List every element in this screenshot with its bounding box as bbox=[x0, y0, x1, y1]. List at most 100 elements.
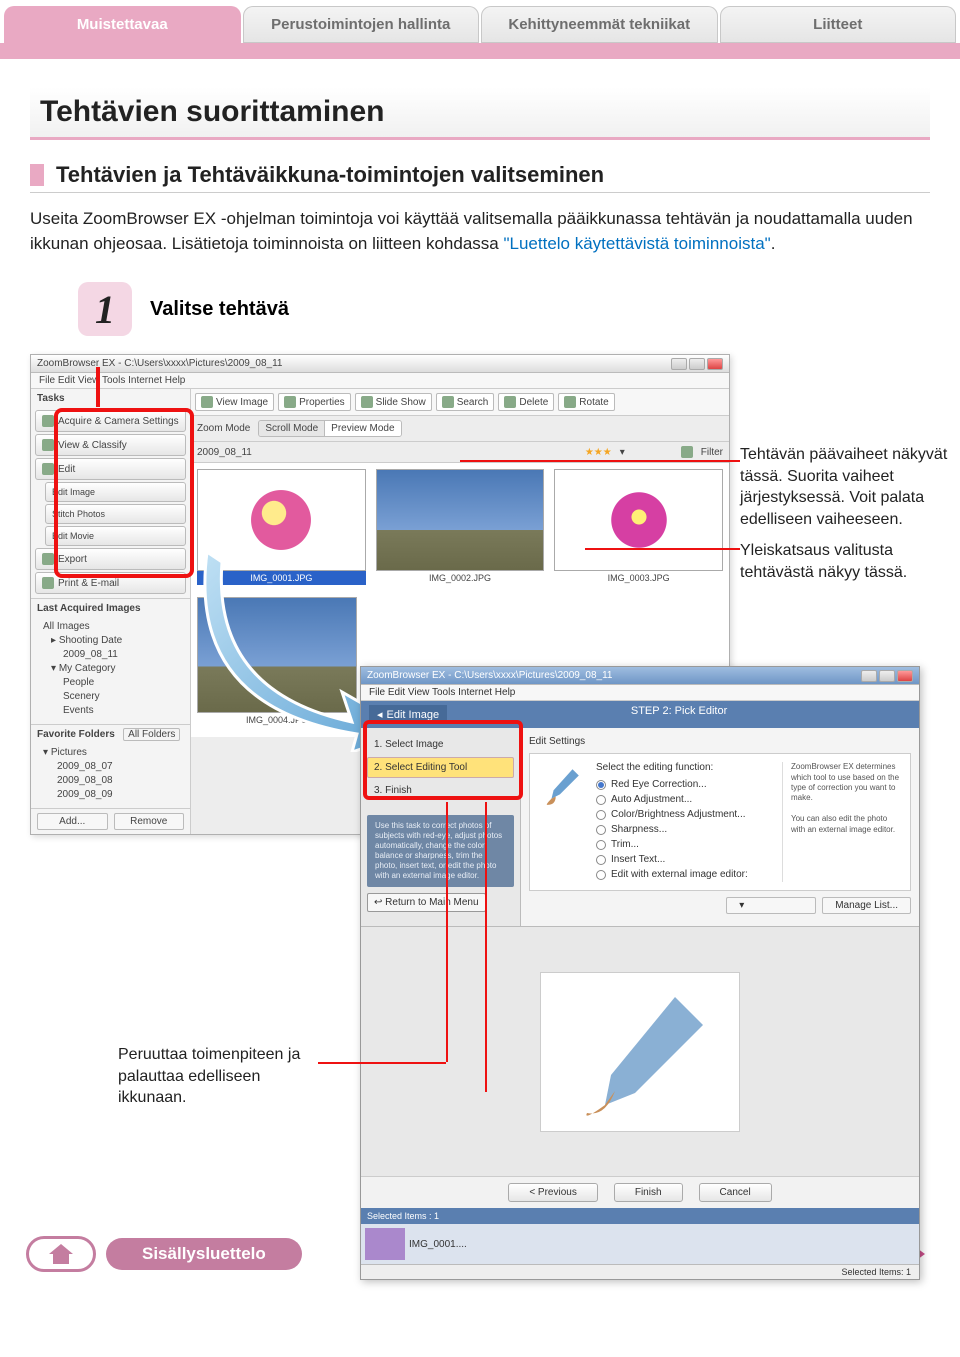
camera-icon bbox=[42, 415, 54, 427]
annotation-return: Peruuttaa toimenpiteen ja palauttaa edel… bbox=[118, 1044, 328, 1109]
toc-button[interactable]: Sisällysluettelo bbox=[106, 1238, 302, 1270]
edit-settings-label: Edit Settings bbox=[529, 736, 911, 747]
step-list: 1. Select Image 2. Select Editing Tool 3… bbox=[361, 728, 520, 809]
tab-liitteet[interactable]: Liitteet bbox=[720, 6, 957, 43]
properties-icon bbox=[284, 396, 296, 408]
task-acquire[interactable]: Acquire & Camera Settings bbox=[35, 410, 186, 432]
step-1-label: Valitse tehtävä bbox=[150, 298, 289, 321]
radio-external[interactable]: Edit with external image editor: bbox=[596, 867, 772, 882]
max-icon[interactable] bbox=[689, 358, 705, 370]
print-icon bbox=[42, 577, 54, 589]
all-folders-tab[interactable]: All Folders bbox=[123, 728, 180, 741]
selected-thumb-strip[interactable]: IMG_0001.... bbox=[361, 1224, 919, 1264]
max-icon[interactable] bbox=[879, 670, 895, 682]
window-title: ZoomBrowser EX - C:\Users\xxxx\Pictures\… bbox=[367, 670, 612, 681]
properties-button[interactable]: Properties bbox=[278, 393, 351, 411]
breadcrumb[interactable]: 2009_08_11 bbox=[197, 447, 252, 458]
thumb-3[interactable]: IMG_0003.JPG bbox=[554, 469, 723, 585]
annotation-overview: Yleiskatsaus valitusta tehtävästä näkyy … bbox=[740, 540, 960, 583]
radio-trim[interactable]: Trim... bbox=[596, 837, 772, 852]
previous-button[interactable]: < Previous bbox=[508, 1183, 598, 1202]
favorite-folders-label: Favorite Folders bbox=[37, 729, 115, 740]
grid-icon bbox=[42, 439, 54, 451]
task-export[interactable]: Export bbox=[35, 548, 186, 570]
main-toolbar: View Image Properties Slide Show Search … bbox=[191, 389, 729, 416]
intro-paragraph: Useita ZoomBrowser EX -ohjelman toiminto… bbox=[30, 207, 930, 256]
task-edit-image[interactable]: Edit Image bbox=[45, 482, 186, 502]
radio-color[interactable]: Color/Brightness Adjustment... bbox=[596, 807, 772, 822]
radio-redeye[interactable]: Red Eye Correction... bbox=[596, 777, 772, 792]
radio-insert-text[interactable]: Insert Text... bbox=[596, 852, 772, 867]
pencil-icon bbox=[42, 463, 54, 475]
step-select-image[interactable]: 1. Select Image bbox=[367, 734, 514, 755]
flower-image-icon bbox=[246, 485, 316, 555]
brush-icon bbox=[538, 762, 586, 810]
page-title: Tehtävien suorittaminen bbox=[30, 87, 930, 140]
remove-folder-button[interactable]: Remove bbox=[114, 813, 185, 830]
search-button[interactable]: Search bbox=[436, 393, 495, 411]
rotate-icon bbox=[564, 396, 576, 408]
hint-box: Use this task to correct photos of subje… bbox=[367, 815, 514, 887]
zoom-mode-label: Zoom Mode bbox=[197, 423, 250, 434]
home-icon bbox=[47, 1242, 75, 1266]
min-icon[interactable] bbox=[861, 670, 877, 682]
radio-sharpness[interactable]: Sharpness... bbox=[596, 822, 772, 837]
preview-placeholder-icon bbox=[540, 972, 740, 1132]
flower-image-icon bbox=[599, 490, 679, 550]
select-function-label: Select the editing function: bbox=[596, 762, 772, 773]
menu-bar[interactable]: File Edit View Tools Internet Help bbox=[31, 373, 729, 389]
favorite-tree[interactable]: ▾ Pictures 2009_08_07 2009_08_08 2009_08… bbox=[31, 744, 190, 808]
manage-list-button[interactable]: Manage List... bbox=[822, 897, 911, 914]
min-icon[interactable] bbox=[671, 358, 687, 370]
side-info: ZoomBrowser EX determines which tool to … bbox=[782, 762, 902, 882]
external-editor-dropdown[interactable]: ▾ bbox=[726, 897, 816, 914]
leader-line bbox=[585, 548, 740, 550]
trash-icon bbox=[504, 396, 516, 408]
close-icon[interactable] bbox=[707, 358, 723, 370]
finish-button[interactable]: Finish bbox=[614, 1183, 683, 1202]
tab-kehittyneemmat[interactable]: Kehittyneemmät tekniikat bbox=[481, 6, 718, 43]
screenshot-composite: ZoomBrowser EX - C:\Users\xxxx\Pictures\… bbox=[30, 354, 930, 1114]
link-toiminto-luettelo[interactable]: "Luettelo käytettävistä toiminnoista" bbox=[503, 234, 770, 253]
annotation-phases: Tehtävän päävaiheet näkyvät tässä. Suori… bbox=[740, 444, 960, 530]
thumb-2[interactable]: IMG_0002.JPG bbox=[376, 469, 545, 585]
star-icon[interactable]: ★★★ bbox=[585, 447, 612, 458]
thumb-4[interactable]: IMG_0004.JPG bbox=[197, 597, 357, 727]
slideshow-icon bbox=[361, 396, 373, 408]
return-button[interactable]: ↩ Return to Main Menu bbox=[367, 893, 486, 912]
menu-bar[interactable]: File Edit View Tools Internet Help bbox=[361, 685, 919, 701]
export-icon bbox=[42, 553, 54, 565]
step-finish[interactable]: 3. Finish bbox=[367, 780, 514, 801]
step-1-badge: 1 bbox=[78, 282, 132, 336]
slideshow-button[interactable]: Slide Show bbox=[355, 393, 432, 411]
tab-muistettavaa[interactable]: Muistettavaa bbox=[4, 6, 241, 43]
view-image-button[interactable]: View Image bbox=[195, 393, 274, 411]
step-banner: STEP 2: Pick Editor bbox=[631, 705, 727, 724]
rotate-button[interactable]: Rotate bbox=[558, 393, 614, 411]
thumb-1[interactable]: IMG_0001.JPG bbox=[197, 469, 366, 585]
filter-button[interactable]: Filter bbox=[701, 447, 723, 458]
task-print-email[interactable]: Print & E-mail bbox=[35, 572, 186, 594]
task-stitch[interactable]: Stitch Photos bbox=[45, 504, 186, 524]
folder-tree[interactable]: All Images ▸ Shooting Date 2009_08_11 ▾ … bbox=[31, 618, 190, 724]
zoom-mode-toggle[interactable]: Scroll ModePreview Mode bbox=[258, 420, 401, 437]
tab-perustoimintojen[interactable]: Perustoimintojen hallinta bbox=[243, 6, 480, 43]
leader-line bbox=[96, 367, 100, 407]
add-folder-button[interactable]: Add... bbox=[37, 813, 108, 830]
task-edit-movie[interactable]: Edit Movie bbox=[45, 526, 186, 546]
task-view-classify[interactable]: View & Classify bbox=[35, 434, 186, 456]
top-tabs: Muistettavaa Perustoimintojen hallinta K… bbox=[0, 0, 960, 47]
step-select-editing-tool[interactable]: 2. Select Editing Tool bbox=[367, 757, 514, 778]
task-edit[interactable]: Edit bbox=[35, 458, 186, 480]
close-icon[interactable] bbox=[897, 670, 913, 682]
radio-auto[interactable]: Auto Adjustment... bbox=[596, 792, 772, 807]
tasks-label: Tasks bbox=[31, 389, 190, 408]
window-title: ZoomBrowser EX - C:\Users\xxxx\Pictures\… bbox=[37, 358, 282, 369]
image-icon bbox=[201, 396, 213, 408]
cancel-button[interactable]: Cancel bbox=[699, 1183, 772, 1202]
delete-button[interactable]: Delete bbox=[498, 393, 554, 411]
search-icon bbox=[442, 396, 454, 408]
home-button[interactable] bbox=[26, 1236, 96, 1272]
step-1: 1 Valitse tehtävä bbox=[78, 282, 930, 336]
selected-items-header: Selected Items : 1 bbox=[361, 1208, 919, 1224]
